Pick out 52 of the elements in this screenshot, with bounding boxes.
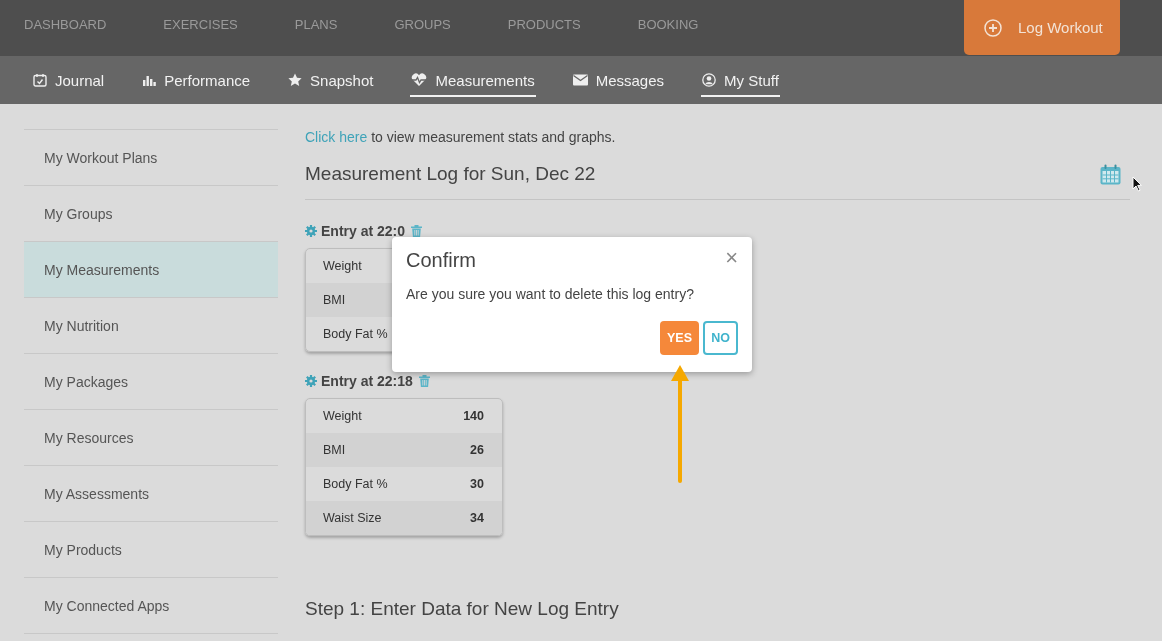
envelope-icon [572, 74, 588, 86]
measurement-label: Weight [323, 409, 362, 423]
sidebar-item[interactable]: My Products [24, 522, 278, 578]
nav-link[interactable]: GROUPS [394, 0, 451, 50]
nav-tab[interactable]: Snapshot [287, 65, 375, 97]
trash-icon[interactable] [411, 225, 423, 237]
calendar-icon [33, 73, 47, 87]
nav-link[interactable]: BOOKING [637, 0, 699, 50]
calendar-icon[interactable] [1100, 163, 1121, 185]
measurement-label: BMI [323, 443, 346, 457]
nav-link[interactable]: EXERCISES [163, 0, 238, 50]
nav-link[interactable]: PRODUCTS [507, 0, 581, 50]
entry-title: Entry at 22:0 [321, 223, 406, 239]
sidebar-item[interactable]: My Nutrition [24, 298, 278, 354]
close-button[interactable]: × [725, 249, 738, 267]
gear-icon[interactable] [305, 375, 317, 387]
plus-circle-icon [984, 18, 1002, 37]
nav-link[interactable]: DASHBOARD [24, 0, 107, 50]
log-title: Measurement Log for Sun, Dec 22 [305, 163, 596, 185]
sidebar-item[interactable]: My Measurements [24, 242, 278, 298]
dialog-message: Are you sure you want to delete this log entry? [406, 286, 695, 302]
measurement-value: 34 [470, 511, 484, 525]
sidebar-item[interactable]: My Resources [24, 410, 278, 466]
measurement-label: Body Fat % [323, 327, 388, 341]
nav-tab[interactable]: Messages [571, 65, 666, 97]
sidebar-item[interactable]: My Assessments [24, 466, 278, 522]
star-icon [288, 73, 303, 87]
measurement-label: Body Fat % [323, 477, 388, 491]
measurement-label: BMI [323, 293, 346, 307]
measurement-value: 30 [470, 477, 484, 491]
nav-tab[interactable]: Measurements [410, 65, 536, 97]
nav-link[interactable]: PLANS [294, 0, 338, 50]
measurement-label: Waist Size [323, 511, 382, 525]
measurement-value: 26 [470, 443, 484, 457]
measurement-label: Weight [323, 259, 362, 273]
nav-tab[interactable]: My Stuff [701, 65, 780, 97]
sidebar-item[interactable]: My Connected Apps [24, 578, 278, 634]
heartbeat-icon [411, 73, 428, 87]
intro-text: Click here to view measurement stats and graphs. [305, 129, 617, 145]
mouse-pointer-icon [1132, 176, 1142, 192]
sidebar-item[interactable]: My Workout Plans [24, 130, 278, 186]
dialog-title: Confirm [406, 249, 476, 272]
entry-title: Entry at 22:18 [321, 373, 413, 389]
trash-icon[interactable] [418, 375, 430, 387]
measurement-value: 140 [463, 409, 484, 423]
sidebar-item[interactable]: My Packages [24, 354, 278, 410]
gear-icon[interactable] [305, 225, 317, 237]
nav-tab[interactable]: Journal [32, 65, 106, 97]
step-title: Step 1: Enter Data for New Log Entry [305, 598, 620, 620]
nav-tab[interactable]: Performance [141, 65, 252, 97]
user-icon [702, 73, 717, 87]
bar-chart-icon [142, 74, 157, 86]
